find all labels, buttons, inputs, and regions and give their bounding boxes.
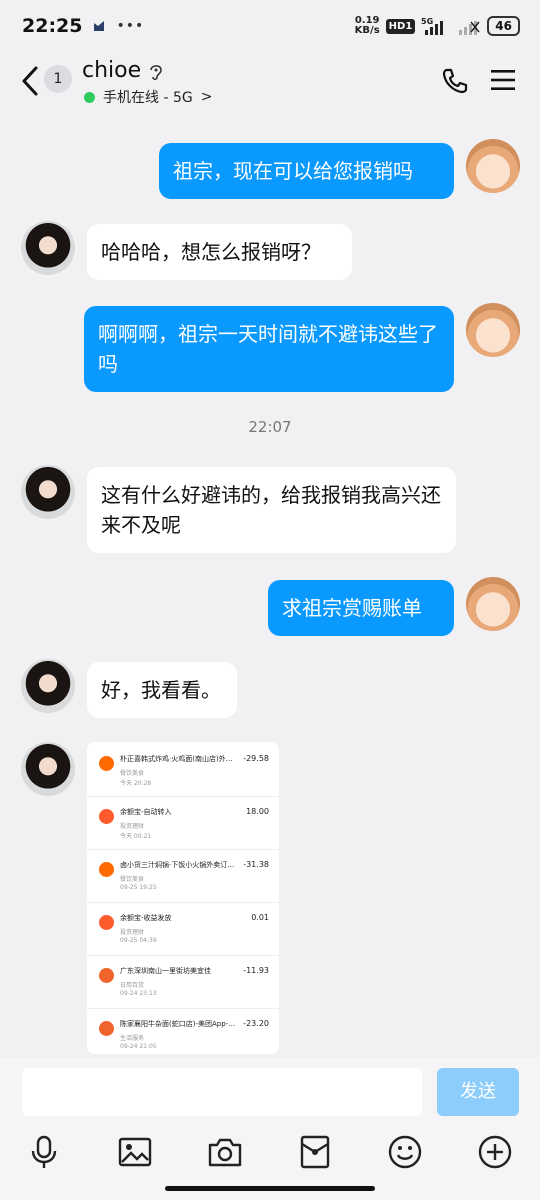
svg-text:5G: 5G [421, 17, 433, 26]
yuebao-icon [99, 809, 114, 824]
phone-icon[interactable] [440, 66, 470, 96]
food-delivery-icon [99, 862, 114, 877]
back-arrow-icon[interactable] [18, 64, 42, 98]
contact-avatar[interactable] [21, 221, 75, 275]
battery-indicator: 46 [487, 16, 520, 36]
message-bubble-received[interactable]: 这有什么好避讳的，给我报销我高兴还来不及呢 [87, 467, 456, 553]
status-time: 22:25 [22, 15, 83, 37]
chat-header: 1 chioe 手机在线 - 5G > [0, 52, 540, 114]
food-delivery-icon [99, 756, 114, 771]
more-notifications: ••• [116, 18, 145, 34]
signal-secondary-icon [459, 21, 480, 35]
message-bubble-sent[interactable]: 啊啊啊，祖宗一天时间就不避讳这些了吗 [84, 306, 454, 392]
contact-name[interactable]: chioe [82, 58, 141, 83]
send-button[interactable]: 发送 [437, 1068, 519, 1116]
menu-icon[interactable] [490, 68, 516, 92]
contact-avatar[interactable] [21, 742, 75, 796]
app-notification-icon [94, 21, 105, 31]
image-icon[interactable] [117, 1134, 153, 1170]
status-bar: 22:25 ••• 0.19 KB/s HD1 5G 46 [0, 0, 540, 52]
online-status[interactable]: 手机在线 - 5G > [84, 87, 212, 107]
message-bubble-sent[interactable]: 祖宗，现在可以给您报销吗 [159, 143, 454, 199]
transaction-row: 卤小货三汁焖锅·下饭小火锅外卖订… 餐饮美食 09-25 19:25 -31.3… [87, 850, 279, 903]
hd-badge: HD1 [385, 18, 416, 34]
contact-avatar[interactable] [21, 465, 75, 519]
home-indicator[interactable] [165, 1186, 375, 1191]
message-bubble-received[interactable]: 好，我看看。 [87, 662, 237, 718]
message-bubble-received[interactable]: 哈哈哈，想怎么报销呀？ [87, 224, 352, 280]
earpiece-icon[interactable] [148, 62, 164, 82]
chat-timestamp: 22:07 [248, 418, 292, 436]
online-status-text: 手机在线 - 5G [103, 90, 193, 106]
chevron-right-icon: > [200, 89, 213, 105]
online-dot-icon [84, 91, 95, 103]
bill-screenshot-image[interactable]: 朴正喜韩式炸鸡·火鸡面(南山店)外… 餐饮美食 今天 20:28 -29.58 … [87, 742, 279, 1054]
message-bubble-sent[interactable]: 求祖宗赏赐账单 [268, 580, 454, 636]
shopping-icon [99, 968, 114, 983]
plus-icon[interactable] [477, 1134, 513, 1170]
red-packet-icon[interactable] [297, 1134, 333, 1170]
transaction-row: 朴正喜韩式炸鸡·火鸡面(南山店)外… 餐饮美食 今天 20:28 -29.58 [87, 744, 279, 797]
transaction-row: 余额宝-自动转入 投资理财 今天 00:21 18.00 [87, 797, 279, 850]
input-area: 发送 [0, 1058, 540, 1200]
yuebao-icon [99, 915, 114, 930]
contact-avatar[interactable] [21, 659, 75, 713]
mic-icon[interactable] [26, 1134, 62, 1170]
my-avatar[interactable] [466, 139, 520, 193]
shopping-icon [99, 1021, 114, 1036]
camera-icon[interactable] [207, 1134, 243, 1170]
message-input[interactable] [22, 1068, 422, 1116]
network-speed: 0.19 KB/s [354, 15, 380, 36]
transaction-row: 陈家襄阳牛杂面(蛇口店)-美团App-… 生活服务 09-24 21:05 -2… [87, 1009, 279, 1054]
emoji-icon[interactable] [387, 1134, 423, 1170]
input-toolbar [0, 1134, 540, 1174]
my-avatar[interactable] [466, 577, 520, 631]
transaction-row: 余额宝-收益发放 投资理财 09-25 04:39 0.01 [87, 903, 279, 956]
unread-badge[interactable]: 1 [44, 65, 72, 93]
signal-icon: 5G [421, 17, 444, 35]
transaction-row: 广东深圳南山一里街坊美宜佳 日用百货 09-24 23:13 -11.93 [87, 956, 279, 1009]
my-avatar[interactable] [466, 303, 520, 357]
